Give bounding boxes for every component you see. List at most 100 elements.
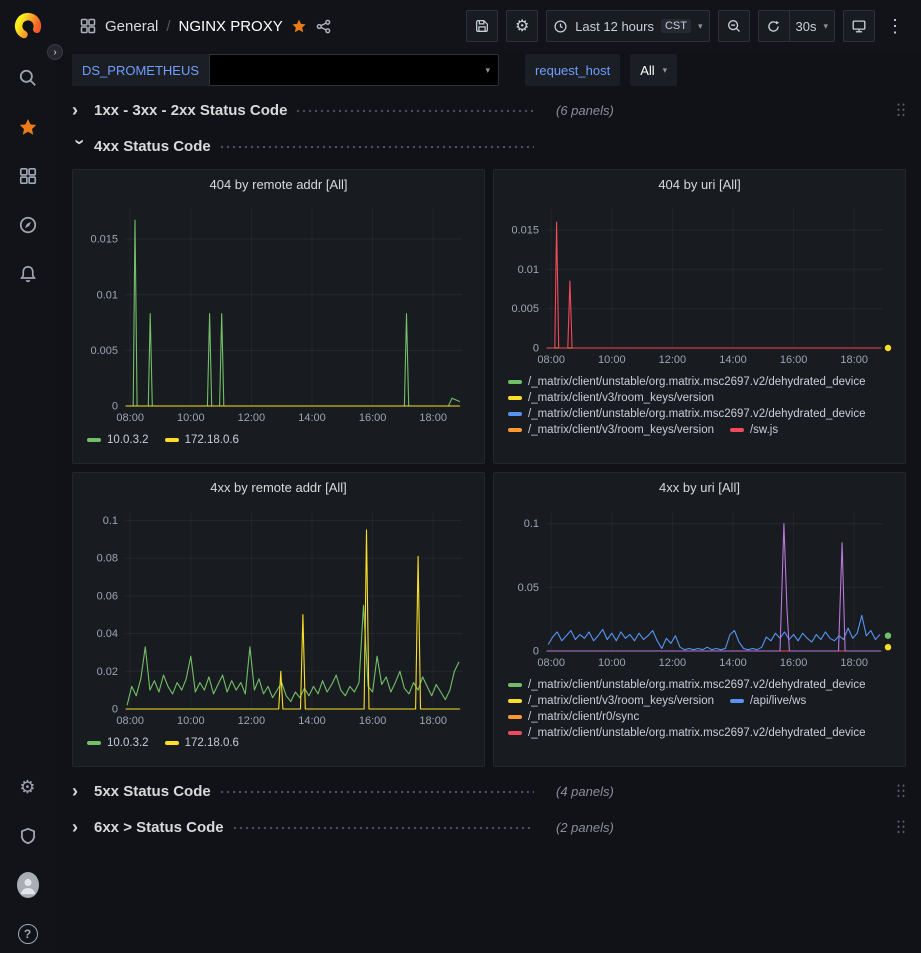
save-icon [474,18,490,34]
svg-text:0: 0 [112,704,118,716]
svg-text:16:00: 16:00 [359,715,387,727]
sidebar-item-starred[interactable] [17,116,39,138]
row-drag-handle[interactable] [896,819,906,835]
dashboard-settings-button[interactable]: ⚙ [506,10,538,42]
legend-item[interactable]: 10.0.3.2 [87,737,149,749]
legend-item[interactable]: /_matrix/client/v3/room_keys/version [508,424,714,436]
panel-header[interactable]: 4xx by remote addr [All] [73,473,484,501]
sidebar-item-help[interactable]: ? [17,923,39,945]
legend-series-swatch [165,741,179,745]
row-4xx-status-code[interactable]: › 4xx Status Code [72,133,906,159]
share-button[interactable] [315,18,332,35]
zoom-out-button[interactable] [718,10,750,42]
variable-value-request-host[interactable]: All ▾ [630,54,677,86]
variable-value-text: All [640,63,654,78]
row-6xx-status-code[interactable]: › 6xx > Status Code (2 panels) [72,814,906,840]
variable-label-ds-prometheus[interactable]: DS_PROMETHEUS [72,54,209,86]
legend-series-label: /_matrix/client/unstable/org.matrix.msc2… [528,679,866,691]
row-panel-count: (4 panels) [556,784,614,799]
legend-series-label: 172.18.0.6 [185,737,239,749]
cycle-view-mode-button[interactable] [843,10,875,42]
panel-title[interactable]: 4xx by remote addr [All] [210,480,347,495]
row-drag-handle[interactable] [896,783,906,799]
panel-header[interactable]: 4xx by uri [All] [494,473,905,501]
legend-item[interactable]: 10.0.3.2 [87,434,149,446]
sidebar-item-server-admin[interactable] [17,825,39,847]
variable-label-request-host[interactable]: request_host [525,54,620,86]
svg-text:18:00: 18:00 [840,657,868,669]
refresh-icon [766,19,781,34]
svg-text:0.04: 0.04 [97,628,118,640]
legend-series-label: /api/live/ws [750,695,806,707]
time-range-picker[interactable]: Last 12 hours CST ▾ [546,10,709,42]
legend-item[interactable]: /api/live/ws [730,695,806,707]
svg-text:0.08: 0.08 [97,553,118,565]
panel-header[interactable]: 404 by remote addr [All] [73,170,484,198]
grafana-logo[interactable] [13,11,43,41]
sidebar-item-explore[interactable] [17,214,39,236]
sidebar-item-configuration[interactable]: ⚙ [17,776,39,798]
save-dashboard-button[interactable] [466,10,498,42]
kebab-icon: ⋮ [886,16,904,36]
legend-item[interactable]: /_matrix/client/v3/room_keys/version [508,695,714,707]
legend-item[interactable]: /sw.js [730,424,778,436]
grafana-app: { "navbar": { "breadcrumb": { "section":… [0,0,921,953]
sidebar-item-search[interactable] [17,67,39,89]
sidebar-item-dashboards[interactable] [17,165,39,187]
chevron-right-icon: › [72,817,94,837]
row-5xx-status-code[interactable]: › 5xx Status Code (4 panels) [72,778,906,804]
sidebar-item-alerting[interactable] [17,263,39,285]
legend-item[interactable]: /_matrix/client/v3/room_keys/version [508,392,714,404]
legend-item[interactable]: /_matrix/client/unstable/org.matrix.msc2… [508,727,866,739]
variable-value-ds-prometheus[interactable]: ▾ [209,54,499,86]
help-icon: ? [18,924,38,944]
refresh-button[interactable] [758,10,790,42]
legend-item[interactable]: /_matrix/client/unstable/org.matrix.msc2… [508,376,866,388]
row-drag-handle[interactable] [896,102,906,118]
sidebar-expand-button[interactable]: › [47,44,63,60]
svg-text:0.005: 0.005 [90,345,118,357]
svg-text:16:00: 16:00 [780,354,808,366]
row-dotted-line [219,145,534,149]
favorite-star-button[interactable] [291,18,307,34]
legend-series-label: /_matrix/client/unstable/org.matrix.msc2… [528,727,866,739]
legend-item[interactable]: /_matrix/client/r0/sync [508,711,639,723]
legend-series-swatch [508,715,522,719]
svg-text:08:00: 08:00 [537,354,565,366]
timeseries-chart[interactable]: 08:0010:0012:0014:0016:0018:0000.020.040… [81,501,476,731]
svg-text:16:00: 16:00 [359,412,387,424]
breadcrumb-dashboards-icon [79,17,97,35]
row-panel-count: (2 panels) [556,820,614,835]
variables-bar: DS_PROMETHEUS ▾ request_host All ▾ [55,52,921,88]
row-1xx-3xx-2xx-status-code[interactable]: › 1xx - 3xx - 2xx Status Code (6 panels) [72,97,906,123]
svg-text:08:00: 08:00 [116,412,144,424]
panel-title[interactable]: 404 by uri [All] [658,177,740,192]
star-icon [18,117,38,137]
chevron-right-icon: › [72,100,94,120]
chart-legend: 10.0.3.2 172.18.0.6 [73,428,484,446]
panel-grid-4xx: 404 by remote addr [All] 08:0010:0012:00… [72,169,906,767]
timeseries-chart[interactable]: 08:0010:0012:0014:0016:0018:0000.0050.01… [502,198,897,370]
timeseries-chart[interactable]: 08:0010:0012:0014:0016:0018:0000.050.1 [502,501,897,673]
more-options-button[interactable]: ⋮ [883,16,907,37]
legend-item[interactable]: /_matrix/client/unstable/org.matrix.msc2… [508,408,866,420]
legend-series-label: /sw.js [750,424,778,436]
breadcrumb-section[interactable]: General [105,18,158,35]
legend-item[interactable]: /_matrix/client/unstable/org.matrix.msc2… [508,679,866,691]
panel-title[interactable]: 4xx by uri [All] [659,480,740,495]
breadcrumb-divider: / [166,18,170,35]
legend-series-swatch [508,683,522,687]
sidebar-item-profile[interactable] [17,874,39,896]
legend-item[interactable]: 172.18.0.6 [165,737,239,749]
breadcrumb-dashboard-title[interactable]: NGINX PROXY [179,18,283,35]
legend-item[interactable]: 172.18.0.6 [165,434,239,446]
legend-series-swatch [87,741,101,745]
refresh-interval-picker[interactable]: 30s ▾ [789,10,836,42]
row-title: 4xx Status Code [94,138,211,155]
svg-text:0.05: 0.05 [518,582,539,594]
timeseries-chart[interactable]: 08:0010:0012:0014:0016:0018:0000.0050.01… [81,198,476,428]
panel-title[interactable]: 404 by remote addr [All] [209,177,347,192]
panel-header[interactable]: 404 by uri [All] [494,170,905,198]
sidebar: › [0,0,55,953]
legend-series-label: 10.0.3.2 [107,434,149,446]
